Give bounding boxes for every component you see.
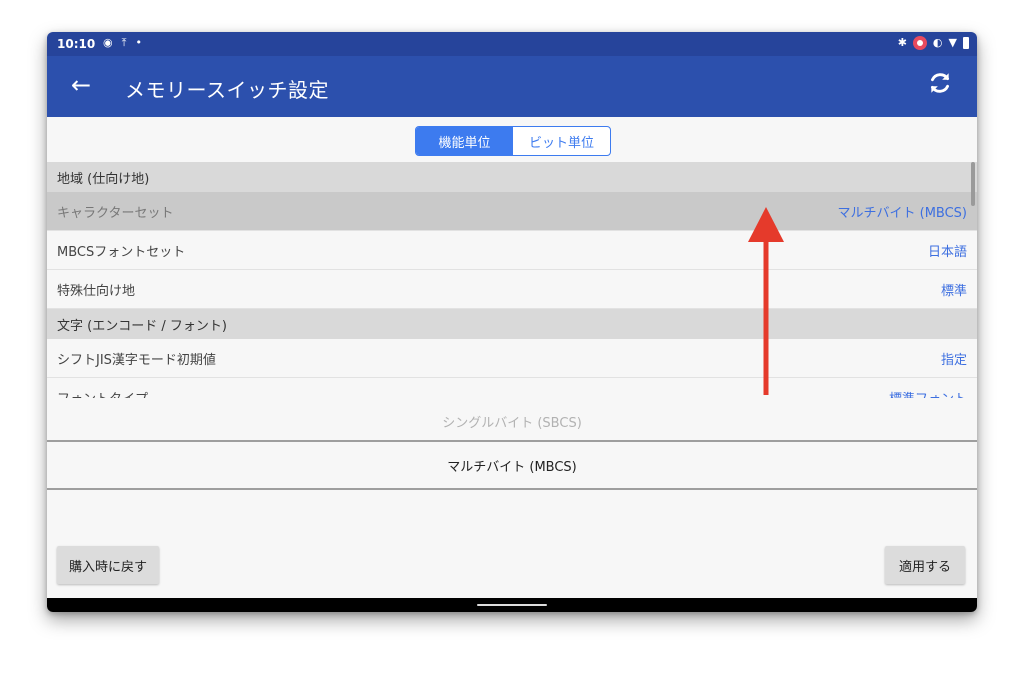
setting-value: マルチバイト (MBCS) bbox=[837, 205, 967, 221]
setting-value: 標準 bbox=[940, 283, 967, 299]
setting-label: MBCSフォントセット bbox=[57, 244, 186, 260]
home-gesture-handle[interactable] bbox=[477, 604, 547, 606]
target-icon: ◉ bbox=[103, 36, 113, 49]
bluetooth-icon: ✱ bbox=[897, 36, 907, 49]
tablet-screen: 10:10 ◉ ⤒ • ✱ ◐ ▼ ← メモリースイッチ設定 機能単位 ビット単… bbox=[47, 32, 977, 612]
segment-function-unit[interactable]: 機能単位 bbox=[416, 127, 513, 155]
value-picker: シングルバイト (SBCS) マルチバイト (MBCS) bbox=[47, 402, 977, 522]
setting-row-mbcs-font-set[interactable]: MBCSフォントセット 日本語 bbox=[47, 231, 977, 270]
settings-list: 地域 (仕向け地) キャラクターセット マルチバイト (MBCS) MBCSフォ… bbox=[47, 162, 977, 398]
list-scrollbar[interactable] bbox=[971, 162, 975, 206]
vibrate-icon: ◐ bbox=[932, 36, 943, 49]
wifi-icon: ▼ bbox=[948, 36, 957, 49]
setting-row-character-set[interactable]: キャラクターセット マルチバイト (MBCS) bbox=[47, 192, 977, 231]
setting-value: 日本語 bbox=[927, 244, 967, 260]
setting-label: キャラクターセット bbox=[57, 205, 174, 221]
unit-segmented-control: 機能単位 ビット単位 bbox=[415, 126, 611, 156]
status-right-icons: ✱ ◐ ▼ bbox=[898, 36, 969, 50]
page-title: メモリースイッチ設定 bbox=[125, 78, 329, 102]
back-arrow-icon[interactable]: ← bbox=[71, 71, 91, 99]
segment-bit-unit[interactable]: ビット単位 bbox=[513, 127, 610, 155]
navigation-bar bbox=[47, 598, 977, 612]
status-time: 10:10 bbox=[57, 37, 96, 51]
notification-badge-icon bbox=[912, 36, 927, 50]
section-header-region: 地域 (仕向け地) bbox=[47, 162, 977, 192]
battery-icon bbox=[963, 37, 969, 49]
upload-icon: ⤒ bbox=[121, 36, 127, 49]
app-bar: ← メモリースイッチ設定 bbox=[47, 56, 977, 117]
status-left-icons: ◉ ⤒ • bbox=[103, 36, 142, 50]
setting-row-font-type[interactable]: フォントタイプ 標準フォント bbox=[47, 378, 977, 398]
dot-icon: • bbox=[135, 36, 142, 49]
setting-label: 特殊仕向け地 bbox=[57, 283, 136, 299]
section-header-characters: 文字 (エンコード / フォント) bbox=[47, 309, 977, 339]
reset-to-default-button[interactable]: 購入時に戻す bbox=[57, 546, 159, 584]
picker-divider-bottom bbox=[47, 488, 977, 490]
apply-button[interactable]: 適用する bbox=[885, 546, 965, 584]
setting-row-special-destination[interactable]: 特殊仕向け地 標準 bbox=[47, 270, 977, 309]
refresh-icon[interactable] bbox=[927, 70, 953, 96]
setting-label: フォントタイプ bbox=[57, 388, 148, 398]
status-bar: 10:10 ◉ ⤒ • ✱ ◐ ▼ bbox=[47, 32, 977, 56]
picker-option-sbcs[interactable]: シングルバイト (SBCS) bbox=[47, 402, 977, 440]
picker-option-mbcs[interactable]: マルチバイト (MBCS) bbox=[47, 442, 977, 488]
setting-label: シフトJIS漢字モード初期値 bbox=[57, 352, 216, 368]
setting-row-shift-jis-kanji-mode[interactable]: シフトJIS漢字モード初期値 指定 bbox=[47, 339, 977, 378]
setting-value: 標準フォント bbox=[889, 388, 967, 398]
setting-value: 指定 bbox=[940, 352, 967, 368]
